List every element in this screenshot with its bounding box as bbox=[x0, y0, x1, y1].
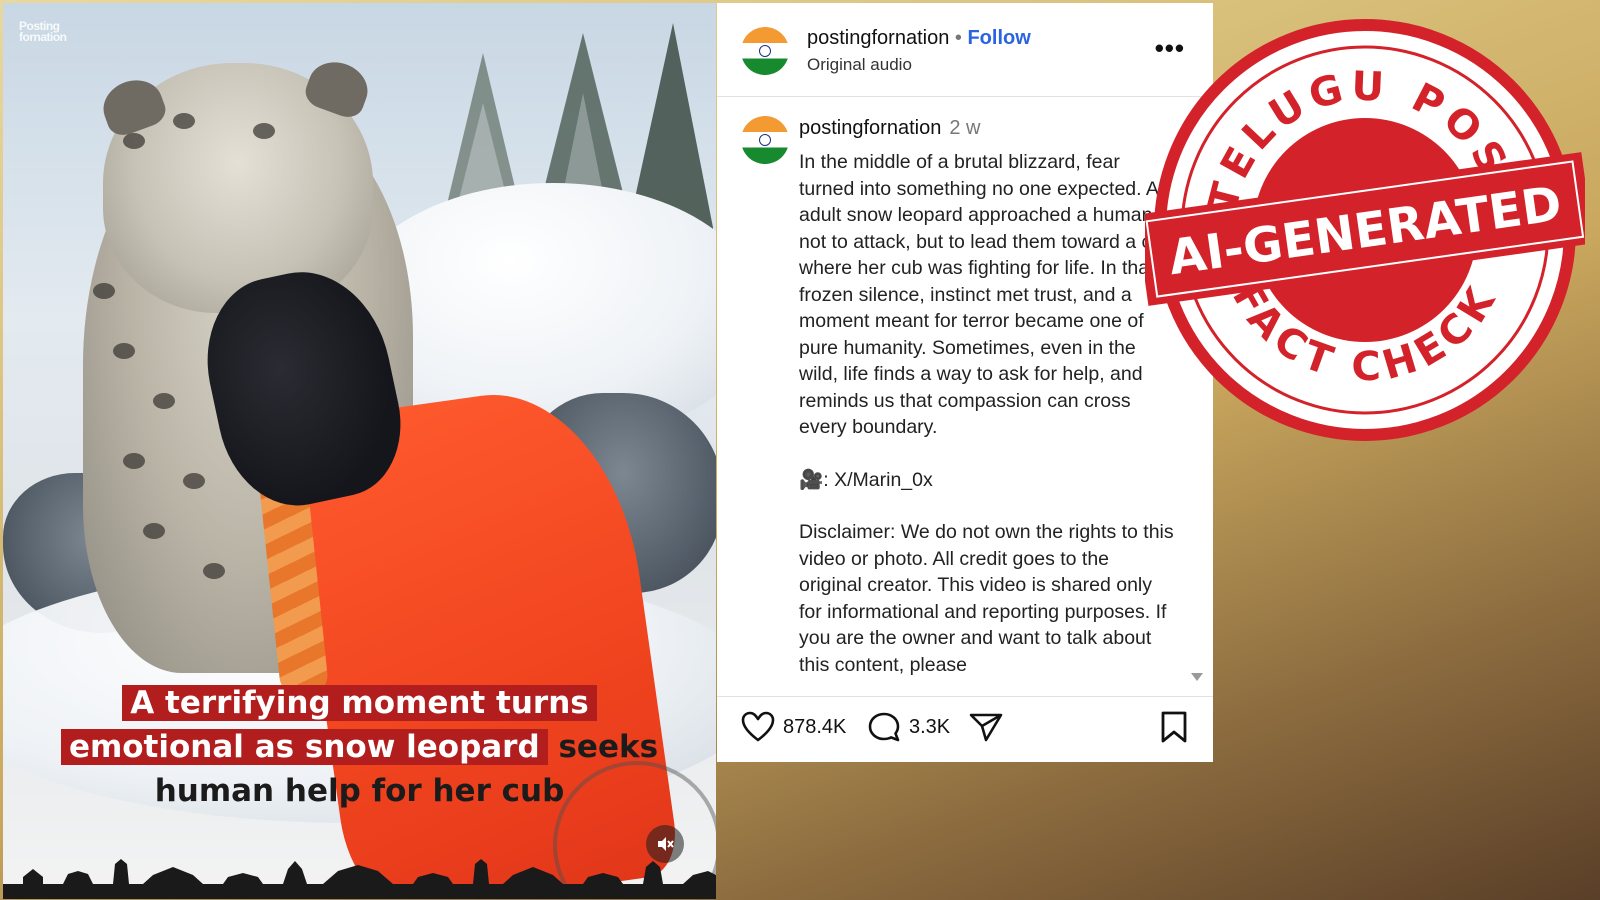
caption-line-1: A terrifying moment turns bbox=[122, 685, 597, 721]
follow-button[interactable]: Follow bbox=[967, 27, 1030, 49]
caption-line-2-highlight: emotional as snow leopard bbox=[60, 729, 548, 765]
credit-line: 🎥: X/Marin_0x bbox=[799, 468, 933, 491]
avatar[interactable] bbox=[741, 27, 789, 75]
post-time: 2 w bbox=[949, 117, 981, 139]
caption-line-2-rest: seeks bbox=[547, 729, 659, 765]
fact-check-stamp: TELUGU POST FACT CHECK AI-GENERATED bbox=[1145, 19, 1585, 441]
audio-label[interactable]: Original audio bbox=[807, 55, 912, 75]
comment-count: 3.3K bbox=[909, 715, 951, 738]
video-caption: A terrifying moment turns emotional as s… bbox=[3, 681, 716, 813]
bookmark-icon[interactable] bbox=[1159, 711, 1189, 743]
video-frame[interactable]: Posting fornation A terrifying moment tu… bbox=[3, 3, 716, 899]
monument-skyline bbox=[3, 859, 716, 899]
post-actions-bar: 878.4K 3.3K bbox=[717, 696, 1213, 763]
scroll-down-arrow-icon[interactable] bbox=[1191, 673, 1203, 681]
heart-icon[interactable] bbox=[741, 711, 775, 743]
comment-icon[interactable] bbox=[867, 711, 901, 743]
separator-dot: • bbox=[954, 27, 962, 49]
header-username[interactable]: postingfornation bbox=[807, 27, 949, 49]
caption-avatar[interactable] bbox=[741, 116, 789, 164]
caption-username[interactable]: postingfornation bbox=[799, 117, 941, 139]
speaker-muted-icon bbox=[658, 837, 674, 851]
caption-paragraph: In the middle of a brutal blizzard, fear… bbox=[799, 151, 1171, 438]
post-caption-text: In the middle of a brutal blizzard, fear… bbox=[799, 149, 1177, 679]
like-count: 878.4K bbox=[783, 715, 847, 738]
caption-line-3: human help for her cub bbox=[154, 773, 565, 809]
instagram-post-panel: postingfornation • Follow Original audio… bbox=[717, 3, 1213, 762]
disclaimer-text: Disclaimer: We do not own the rights to … bbox=[799, 521, 1174, 676]
channel-watermark: Posting fornation bbox=[19, 19, 67, 44]
mute-button[interactable] bbox=[646, 825, 684, 863]
snow-leopard-head bbox=[96, 54, 375, 313]
post-header: postingfornation • Follow Original audio… bbox=[717, 3, 1213, 97]
share-icon[interactable] bbox=[969, 711, 1003, 743]
